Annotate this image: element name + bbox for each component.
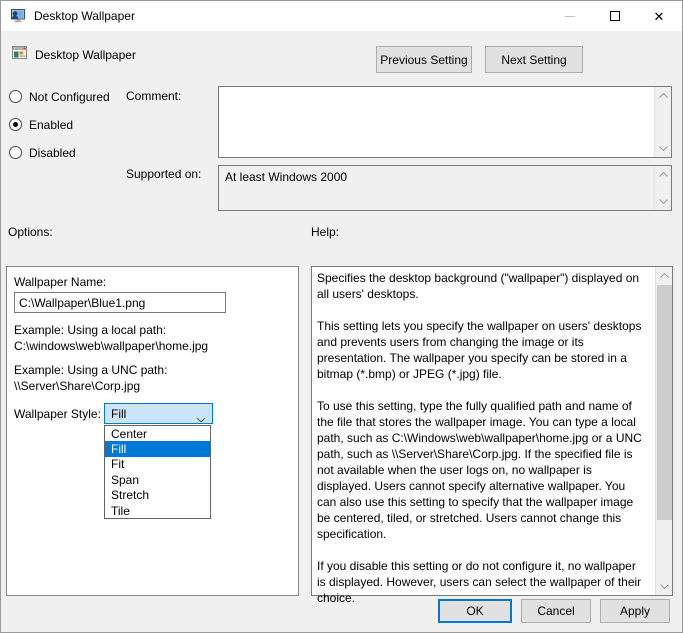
wallpaper-style-dropdown-list: Center Fill Fit Span Stretch Tile — [104, 425, 211, 519]
radio-label: Enabled — [29, 118, 73, 132]
combobox-value: Fill — [111, 407, 126, 421]
scroll-down-icon[interactable] — [655, 194, 672, 209]
radio-icon — [9, 118, 22, 131]
example-unc-label: Example: Using a UNC path: — [14, 363, 167, 377]
example-local-path: C:\windows\web\wallpaper\home.jpg — [14, 339, 208, 353]
wallpaper-name-label: Wallpaper Name: — [14, 275, 106, 289]
options-section-label: Options: — [8, 225, 53, 239]
supported-on-field: At least Windows 2000 — [218, 165, 672, 211]
radio-icon — [9, 90, 22, 103]
radio-label: Not Configured — [29, 90, 110, 104]
help-panel: Specifies the desktop background ("wallp… — [311, 266, 673, 596]
group-policy-icon — [10, 8, 26, 24]
desktop-wallpaper-dialog: Desktop Wallpaper ✕ Desktop Wallpaper Pr… — [0, 0, 683, 633]
minimize-button[interactable] — [557, 3, 583, 29]
dropdown-option-stretch[interactable]: Stretch — [105, 488, 210, 503]
supported-on-label: Supported on: — [126, 167, 201, 181]
setting-title: Desktop Wallpaper — [35, 48, 136, 62]
scroll-down-icon[interactable] — [656, 579, 673, 594]
scroll-up-icon[interactable] — [655, 167, 672, 182]
radio-icon — [9, 146, 22, 159]
dropdown-option-span[interactable]: Span — [105, 472, 210, 487]
help-scrollbar[interactable] — [655, 267, 672, 595]
dropdown-option-center[interactable]: Center — [105, 426, 210, 441]
titlebar: Desktop Wallpaper ✕ — [1, 1, 683, 31]
setting-icon — [11, 44, 28, 61]
maximize-icon — [610, 11, 620, 21]
supported-scrollbar[interactable] — [654, 166, 671, 210]
dropdown-option-tile[interactable]: Tile — [105, 503, 210, 518]
ok-button[interactable]: OK — [438, 599, 512, 623]
scrollbar-thumb[interactable] — [657, 285, 672, 520]
comment-scrollbar[interactable] — [654, 87, 671, 157]
example-local-label: Example: Using a local path: — [14, 323, 166, 337]
apply-button[interactable]: Apply — [600, 599, 670, 623]
radio-label: Disabled — [29, 146, 76, 160]
close-icon: ✕ — [654, 10, 665, 23]
supported-on-value: At least Windows 2000 — [225, 170, 347, 184]
comment-textarea[interactable] — [218, 86, 672, 158]
example-unc-path: \\Server\Share\Corp.jpg — [14, 379, 140, 393]
window-title: Desktop Wallpaper — [34, 9, 135, 23]
previous-setting-button[interactable]: Previous Setting — [376, 46, 472, 73]
dropdown-option-fit[interactable]: Fit — [105, 457, 210, 472]
help-text: Specifies the desktop background ("wallp… — [317, 270, 647, 606]
minimize-icon — [565, 16, 575, 17]
dropdown-option-fill[interactable]: Fill — [105, 441, 210, 456]
close-button[interactable]: ✕ — [646, 3, 672, 29]
radio-enabled[interactable]: Enabled — [9, 117, 73, 132]
wallpaper-style-label: Wallpaper Style: — [14, 407, 101, 421]
help-section-label: Help: — [311, 225, 339, 239]
scroll-up-icon[interactable] — [656, 268, 673, 283]
wallpaper-name-input[interactable]: C:\Wallpaper\Blue1.png — [14, 292, 226, 313]
radio-disabled[interactable]: Disabled — [9, 145, 76, 160]
scroll-up-icon[interactable] — [655, 88, 672, 103]
cancel-button[interactable]: Cancel — [521, 599, 591, 623]
next-setting-button[interactable]: Next Setting — [485, 46, 583, 73]
comment-label: Comment: — [126, 89, 181, 103]
wallpaper-style-combobox[interactable]: Fill — [104, 403, 213, 424]
wallpaper-name-value: C:\Wallpaper\Blue1.png — [19, 296, 145, 310]
radio-not-configured[interactable]: Not Configured — [9, 89, 110, 104]
scroll-down-icon[interactable] — [655, 141, 672, 156]
maximize-button[interactable] — [602, 3, 628, 29]
chevron-down-icon — [196, 412, 206, 426]
